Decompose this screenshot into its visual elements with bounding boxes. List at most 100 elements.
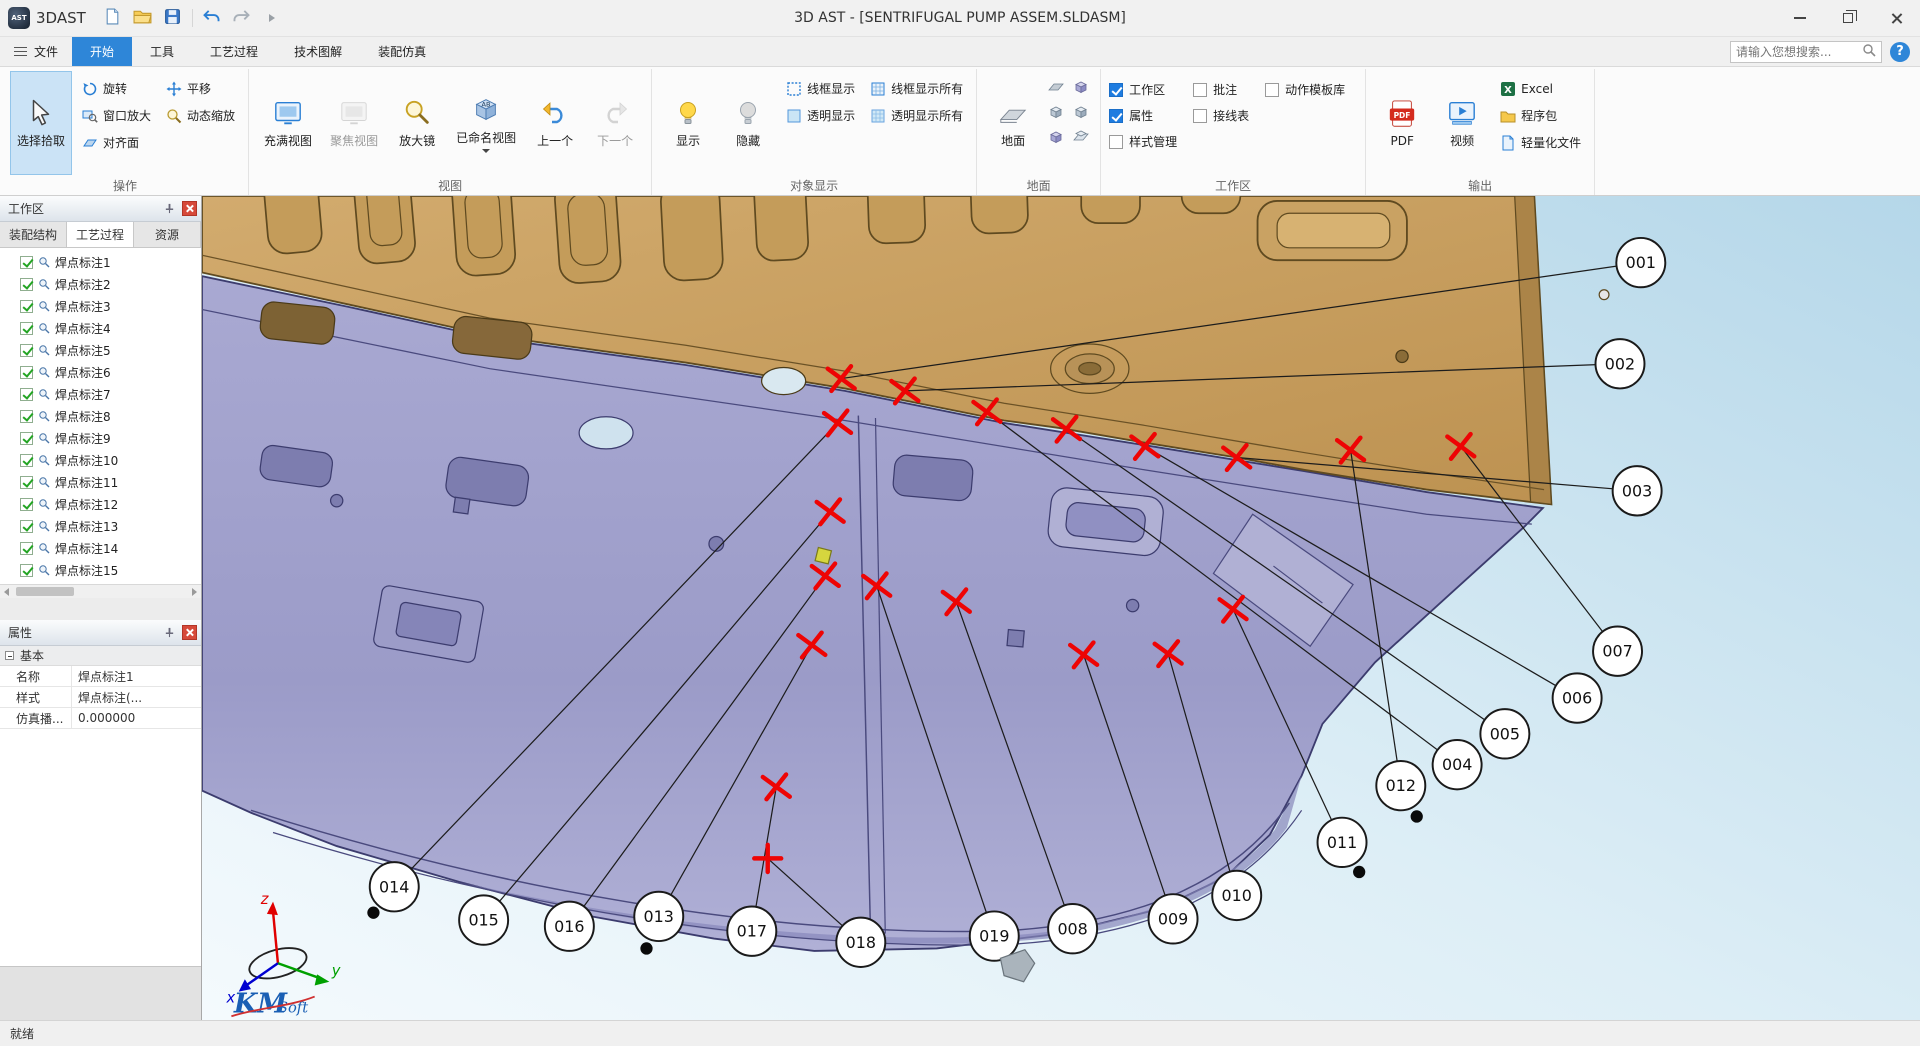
tree-item[interactable]: 焊点标注7: [4, 383, 201, 405]
tree-item[interactable]: 焊点标注10: [4, 449, 201, 471]
pin-button[interactable]: [161, 201, 177, 217]
tree-item-checkbox[interactable]: [20, 322, 33, 335]
tree-item[interactable]: 焊点标注15: [4, 559, 201, 581]
save-button[interactable]: [158, 4, 188, 32]
pan-button[interactable]: 平移: [160, 76, 240, 101]
tree-item[interactable]: 焊点标注11: [4, 471, 201, 493]
checkbox-icon[interactable]: [1265, 83, 1279, 97]
ground-cube-button-5[interactable]: [1070, 127, 1092, 149]
property-row[interactable]: 名称焊点标注1: [0, 666, 201, 687]
tree-item-checkbox[interactable]: [20, 300, 33, 313]
ground-plane-button[interactable]: [1045, 77, 1067, 99]
open-file-button[interactable]: [128, 4, 158, 32]
transparent-all-button[interactable]: 透明显示所有: [864, 103, 968, 128]
fit-view-button[interactable]: 充满视图: [257, 71, 319, 175]
workspace-tab[interactable]: 资源: [134, 222, 201, 247]
minimize-button[interactable]: [1776, 0, 1824, 36]
transparent-button[interactable]: 透明显示: [780, 103, 860, 128]
export-video-button[interactable]: 视频: [1434, 71, 1490, 175]
workspace-toggle[interactable]: 工作区: [1109, 78, 1177, 101]
previous-view-button[interactable]: 上一个: [527, 71, 583, 175]
horizontal-scrollbar[interactable]: [0, 584, 201, 598]
panel-splitter[interactable]: [0, 598, 201, 620]
checkbox-icon[interactable]: [1109, 135, 1123, 149]
tree-item-checkbox[interactable]: [20, 410, 33, 423]
menu-tab[interactable]: 工具: [132, 37, 192, 66]
tree-item[interactable]: 焊点标注3: [4, 295, 201, 317]
tree-item[interactable]: 焊点标注5: [4, 339, 201, 361]
menu-tab[interactable]: 技术图解: [276, 37, 360, 66]
export-excel-button[interactable]: XExcel: [1494, 76, 1586, 101]
wireframe-button[interactable]: 线框显示: [780, 76, 860, 101]
tree-item[interactable]: 焊点标注4: [4, 317, 201, 339]
tree-item-checkbox[interactable]: [20, 564, 33, 577]
search-icon[interactable]: [1862, 43, 1876, 60]
menu-tab[interactable]: 工艺过程: [192, 37, 276, 66]
tree-item-checkbox[interactable]: [20, 498, 33, 511]
tree-item-checkbox[interactable]: [20, 344, 33, 357]
rotate-button[interactable]: 旋转: [76, 76, 156, 101]
undo-button[interactable]: [197, 4, 227, 32]
tree-item-checkbox[interactable]: [20, 432, 33, 445]
ground-cube-button-2[interactable]: [1045, 127, 1067, 149]
tree-item[interactable]: 焊点标注1: [4, 251, 201, 273]
tree-item[interactable]: 焊点标注13: [4, 515, 201, 537]
tree-item-checkbox[interactable]: [20, 542, 33, 555]
properties-group-row[interactable]: 基本: [0, 646, 201, 666]
export-pdf-button[interactable]: PDF PDF: [1374, 71, 1430, 175]
tree-item-checkbox[interactable]: [20, 366, 33, 379]
collapse-icon[interactable]: [5, 651, 14, 660]
search-input[interactable]: [1736, 45, 1862, 59]
export-light-file-button[interactable]: 轻量化文件: [1494, 130, 1586, 155]
wireframe-all-button[interactable]: 线框显示所有: [864, 76, 968, 101]
more-commands-button[interactable]: [257, 4, 287, 32]
restore-button[interactable]: [1824, 0, 1872, 36]
window-zoom-button[interactable]: 窗口放大: [76, 103, 156, 128]
ground-cube-button-1[interactable]: [1045, 102, 1067, 124]
close-button[interactable]: [1872, 0, 1920, 36]
properties-toggle[interactable]: 属性: [1109, 104, 1177, 127]
property-row[interactable]: 样式焊点标注(...: [0, 687, 201, 708]
magnifier-button[interactable]: 放大镜: [389, 71, 445, 175]
show-button[interactable]: 显示: [660, 71, 716, 175]
menu-tab[interactable]: 开始: [72, 37, 132, 66]
checkbox-icon[interactable]: [1109, 83, 1123, 97]
tree-item[interactable]: 焊点标注14: [4, 537, 201, 559]
workspace-close-button[interactable]: [182, 201, 197, 216]
properties-close-button[interactable]: [182, 625, 197, 640]
checkbox-icon[interactable]: [1193, 109, 1207, 123]
tree-item[interactable]: 焊点标注8: [4, 405, 201, 427]
tree-item-checkbox[interactable]: [20, 476, 33, 489]
scrollbar-thumb[interactable]: [16, 587, 74, 596]
checkbox-icon[interactable]: [1193, 83, 1207, 97]
tree-item-checkbox[interactable]: [20, 278, 33, 291]
export-package-button[interactable]: 程序包: [1494, 103, 1586, 128]
select-pick-button[interactable]: 选择拾取: [10, 71, 72, 175]
tree-item[interactable]: 焊点标注6: [4, 361, 201, 383]
menu-tab[interactable]: 装配仿真: [360, 37, 444, 66]
annotation-toggle[interactable]: 批注: [1193, 78, 1249, 101]
style-management-toggle[interactable]: 样式管理: [1109, 130, 1177, 153]
tree-item-checkbox[interactable]: [20, 256, 33, 269]
tree-item-checkbox[interactable]: [20, 388, 33, 401]
ground-button[interactable]: 地面: [985, 71, 1041, 175]
help-button[interactable]: ?: [1890, 42, 1910, 62]
3d-viewport-canvas[interactable]: 0010020030040050060070080090100110120130…: [202, 196, 1920, 1020]
new-file-button[interactable]: [98, 4, 128, 32]
next-view-button[interactable]: 下一个: [587, 71, 643, 175]
wiring-table-toggle[interactable]: 接线表: [1193, 104, 1249, 127]
named-view-button[interactable]: AB 已命名视图: [449, 71, 523, 175]
focus-view-button[interactable]: 聚焦视图: [323, 71, 385, 175]
tree-item[interactable]: 焊点标注12: [4, 493, 201, 515]
align-face-button[interactable]: 对齐面: [76, 130, 156, 155]
dynamic-zoom-button[interactable]: 动态缩放: [160, 103, 240, 128]
tree-item-checkbox[interactable]: [20, 454, 33, 467]
workspace-tab[interactable]: 装配结构: [0, 222, 67, 247]
action-template-toggle[interactable]: 动作模板库: [1265, 78, 1345, 101]
tree-item[interactable]: 焊点标注2: [4, 273, 201, 295]
ground-cube-button-4[interactable]: [1070, 102, 1092, 124]
checkbox-icon[interactable]: [1109, 109, 1123, 123]
tree-item-checkbox[interactable]: [20, 520, 33, 533]
pin-button[interactable]: [161, 625, 177, 641]
file-menu-button[interactable]: 文件: [0, 37, 72, 66]
